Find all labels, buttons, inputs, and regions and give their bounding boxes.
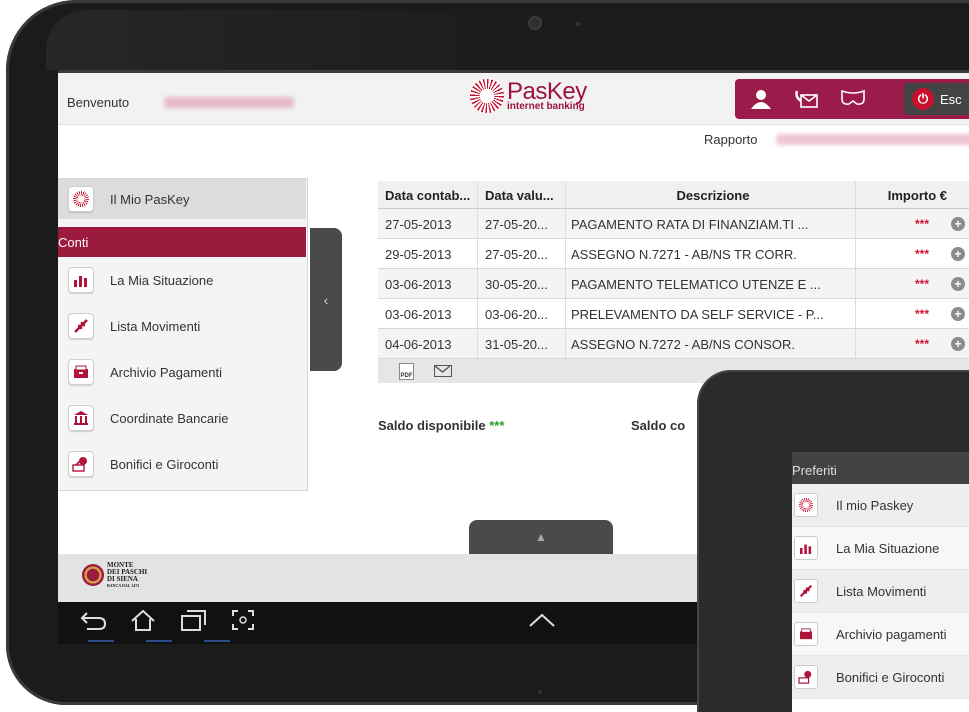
transfer-arrows-icon [794, 579, 818, 603]
power-icon: ⏻ [912, 88, 934, 110]
bank-icon [68, 405, 94, 431]
amount-hidden: *** [914, 217, 929, 231]
saldo-disponibile: Saldo disponibile *** [378, 418, 505, 433]
amount-hidden: *** [914, 277, 929, 291]
phone-list-item[interactable]: Bonifici e Giroconti [792, 656, 969, 699]
sidebar-item-label: Coordinate Bancarie [110, 410, 229, 426]
sidebar-item-il-mio-paskey[interactable]: Il Mio PasKey [58, 179, 306, 219]
expand-icon[interactable]: + [951, 307, 965, 321]
amount-hidden: *** [914, 247, 929, 261]
chevron-up-icon[interactable] [528, 608, 556, 634]
phone-screen: Preferiti Il mio Paskey La Mia Situazion… [792, 452, 969, 712]
contact-phone-mail-icon[interactable] [787, 79, 827, 119]
mps-seal-icon [82, 564, 104, 586]
phone-list-item[interactable]: La Mia Situazione [792, 527, 969, 570]
table-row[interactable]: 03-06-2013 03-06-20... PRELEVAMENTO DA S… [378, 299, 969, 329]
column-header[interactable]: Descrizione [566, 181, 856, 208]
sidebar-item-label: Lista Movimenti [110, 318, 201, 334]
sidebar-item-archivio-pagamenti[interactable]: Archivio Pagamenti [58, 349, 306, 395]
user-name-blurred [164, 97, 294, 108]
mask-icon[interactable] [833, 79, 873, 119]
transfer-arrows-icon [68, 313, 94, 339]
archive-icon [794, 622, 818, 646]
saldo-disponibile-value: *** [489, 418, 505, 433]
profile-icon[interactable] [741, 79, 781, 119]
exit-label: Esc [940, 91, 962, 107]
header-bar: Benvenuto PasKey internet banking ⏻ Esc [58, 73, 969, 125]
welcome-label: Benvenuto [67, 95, 130, 110]
sidebar-section-conti: Conti [58, 227, 306, 257]
stage: Benvenuto PasKey internet banking ⏻ Esc … [0, 0, 969, 712]
pdf-export-icon[interactable]: PDF [399, 362, 414, 380]
sidebar-item-bonifici-e-giroconti[interactable]: Bonifici e Giroconti [58, 441, 306, 487]
column-header[interactable]: Data valu... [478, 181, 566, 208]
phone-favorites-header: Preferiti [792, 452, 969, 484]
expand-icon[interactable]: + [951, 247, 965, 261]
table-body: 27-05-2013 27-05-20... PAGAMENTO RATA DI… [378, 209, 969, 359]
sidebar-item-label: Bonifici e Giroconti [110, 456, 219, 472]
sensor-icon [576, 22, 580, 26]
chart-icon [794, 536, 818, 560]
back-icon[interactable] [78, 609, 108, 638]
sidebar-item-coordinate-bancarie[interactable]: Coordinate Bancarie [58, 395, 306, 441]
paskey-logo: PasKey internet banking [470, 79, 587, 113]
amount-hidden: *** [914, 337, 929, 351]
sidebar-item-la-mia-situazione[interactable]: La Mia Situazione [58, 257, 306, 303]
paskey-burst-icon [68, 186, 94, 212]
table-row[interactable]: 27-05-2013 27-05-20... PAGAMENTO RATA DI… [378, 209, 969, 239]
screenshot-icon[interactable] [228, 609, 258, 638]
table-row[interactable]: 29-05-2013 27-05-20... ASSEGNO N.7271 - … [378, 239, 969, 269]
phone-list-item[interactable]: Il mio Paskey [792, 484, 969, 527]
rapporto-value-blurred[interactable] [776, 134, 969, 145]
amount-hidden: *** [914, 307, 929, 321]
sidebar-item-label: Il Mio PasKey [110, 191, 190, 207]
camera-icon [528, 16, 542, 30]
column-header[interactable]: Data contab... [378, 181, 478, 208]
movements-table: Data contab... Data valu... Descrizione … [378, 181, 969, 383]
phone-list-item[interactable]: Lista Movimenti [792, 570, 969, 613]
chart-icon [68, 267, 94, 293]
table-row[interactable]: 04-06-2013 31-05-20... ASSEGNO N.7272 - … [378, 329, 969, 359]
chevron-up-icon: ▲ [535, 530, 547, 544]
paskey-burst-icon [794, 493, 818, 517]
table-header: Data contab... Data valu... Descrizione … [378, 181, 969, 209]
money-icon [68, 451, 94, 477]
exit-button[interactable]: ⏻ Esc [904, 83, 969, 115]
chevron-left-icon: ‹ [323, 291, 329, 308]
mps-logo: MONTE DEI PASCHI DI SIENA BANCA DAL 1472 [82, 562, 147, 588]
saldo-contabile: Saldo co [631, 418, 686, 433]
recent-apps-icon[interactable] [178, 609, 208, 638]
logo-subtitle: internet banking [507, 101, 585, 112]
phone-favorites-list: Il mio Paskey La Mia Situazione Lista Mo… [792, 484, 969, 699]
table-row[interactable]: 03-06-2013 30-05-20... PAGAMENTO TELEMAT… [378, 269, 969, 299]
rapporto-label: Rapporto [704, 132, 758, 147]
sensor-icon [538, 690, 542, 694]
expand-icon[interactable]: + [951, 217, 965, 231]
expand-panel-button[interactable]: ▲ [469, 520, 613, 554]
column-header[interactable]: Importo € [856, 181, 969, 208]
sidebar-item-label: Archivio Pagamenti [110, 364, 222, 380]
sidebar-item-label: La Mia Situazione [110, 272, 214, 288]
home-icon[interactable] [128, 609, 158, 638]
email-icon[interactable] [434, 365, 452, 377]
expand-icon[interactable]: + [951, 337, 965, 351]
expand-icon[interactable]: + [951, 277, 965, 291]
phone-list-item[interactable]: Archivio pagamenti [792, 613, 969, 656]
collapse-sidebar-button[interactable]: ‹ [310, 228, 342, 371]
sidebar-item-lista-movimenti[interactable]: Lista Movimenti [58, 303, 306, 349]
nav-indicator-lines [88, 640, 262, 642]
money-icon [794, 665, 818, 689]
archive-icon [68, 359, 94, 385]
phone-frame: Preferiti Il mio Paskey La Mia Situazion… [697, 370, 969, 712]
sidebar-menu: Il Mio PasKey Conti La Mia Situazione Li… [58, 178, 308, 491]
paskey-burst-icon [470, 79, 504, 113]
